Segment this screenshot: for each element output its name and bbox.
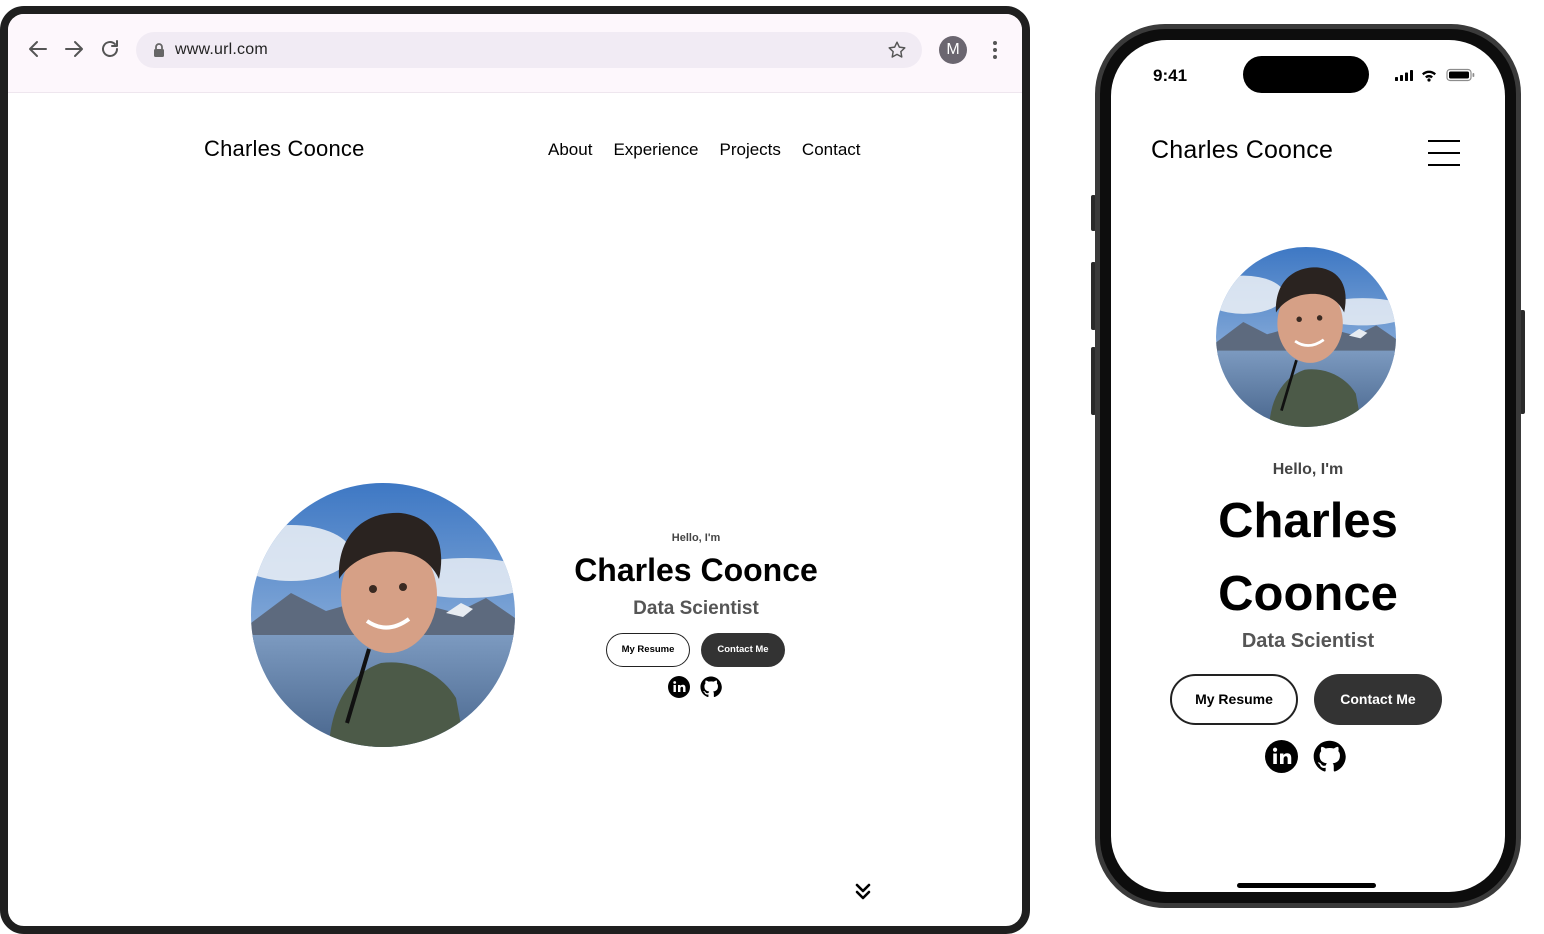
star-icon[interactable]: [886, 39, 908, 61]
hero-greeting: Hello, I'm: [671, 532, 721, 544]
back-arrow-icon[interactable]: [26, 37, 50, 61]
address-bar[interactable]: www.url.com: [136, 32, 922, 68]
linkedin-icon[interactable]: [668, 676, 690, 698]
dynamic-island: [1243, 56, 1369, 93]
signal-bar-icon: [1395, 77, 1398, 81]
nav-link-experience[interactable]: Experience: [613, 140, 698, 160]
hamburger-menu-icon[interactable]: [1428, 140, 1460, 166]
phone-screen: 9:41 Charles Coonce Hello, I'm Charles C…: [1111, 40, 1505, 892]
site-brand[interactable]: Charles Coonce: [204, 136, 365, 162]
nav-link-contact[interactable]: Contact: [802, 140, 861, 160]
profile-photo: [251, 483, 515, 747]
mobile-contact-me-button[interactable]: Contact Me: [1314, 674, 1442, 725]
resume-button[interactable]: My Resume: [606, 633, 690, 667]
status-icons: [1395, 68, 1475, 82]
mobile-hero-name: Charles Coonce: [1111, 485, 1505, 631]
phone-frame: 9:41 Charles Coonce Hello, I'm Charles C…: [1095, 24, 1521, 908]
browser-window: www.url.com M Charles Coonce About Exper…: [0, 6, 1030, 934]
github-icon[interactable]: [1313, 740, 1346, 773]
reload-icon[interactable]: [98, 37, 122, 61]
mobile-profile-photo: [1216, 247, 1396, 427]
hero-name: Charles Coonce: [574, 552, 818, 588]
double-chevron-down-icon[interactable]: [853, 882, 873, 902]
mobile-hero-role: Data Scientist: [1241, 630, 1375, 652]
browser-toolbar: www.url.com M: [8, 14, 1022, 93]
mobile-hero-name-first: Charles: [1218, 494, 1398, 548]
mobile-resume-button[interactable]: My Resume: [1170, 674, 1298, 725]
wifi-icon: [1422, 70, 1436, 76]
github-icon[interactable]: [700, 676, 722, 698]
contact-me-button[interactable]: Contact Me: [701, 633, 785, 667]
kebab-menu-icon[interactable]: [984, 38, 1006, 62]
mobile-hero-name-last: Coonce: [1218, 567, 1398, 621]
nav-link-projects[interactable]: Projects: [720, 140, 781, 160]
profile-avatar[interactable]: M: [939, 36, 967, 64]
url-text[interactable]: www.url.com: [175, 41, 268, 59]
mobile-hero-greeting: Hello, I'm: [1272, 461, 1344, 478]
home-indicator[interactable]: [1237, 883, 1376, 888]
hero-role: Data Scientist: [633, 598, 759, 619]
forward-arrow-icon[interactable]: [62, 37, 86, 61]
mobile-site-brand[interactable]: Charles Coonce: [1151, 136, 1333, 165]
lock-icon: [154, 43, 164, 57]
site-nav: About Experience Projects Contact: [548, 140, 861, 160]
linkedin-icon[interactable]: [1265, 740, 1298, 773]
status-time: 9:41: [1153, 66, 1188, 85]
nav-link-about[interactable]: About: [548, 140, 592, 160]
